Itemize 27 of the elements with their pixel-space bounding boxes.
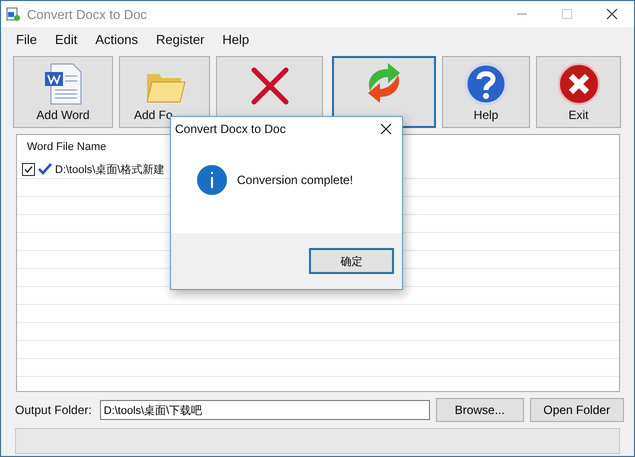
output-folder-field[interactable]: D:\tools\桌面\下载吧	[100, 400, 430, 420]
checkbox[interactable]	[22, 162, 35, 176]
file-path[interactable]: D:\tools\桌面\格式新建	[55, 162, 164, 176]
menu-item[interactable]: Register	[147, 32, 214, 46]
toolbar-button[interactable]: Add Word	[13, 56, 113, 128]
help-icon	[464, 62, 508, 106]
window-title: Convert Docx to Doc	[27, 6, 147, 22]
dialog-message: Conversion complete!	[237, 173, 354, 187]
menu-item[interactable]: Help	[213, 32, 258, 46]
exit-icon	[556, 62, 600, 106]
app-icon	[5, 6, 21, 22]
folder-button[interactable]: Browse...	[436, 398, 524, 422]
checkmark-icon	[38, 163, 52, 175]
toolbar-button[interactable]: Help	[442, 56, 530, 128]
close-icon[interactable]	[380, 123, 392, 135]
menu-item[interactable]: Actions	[86, 32, 147, 46]
ok-button[interactable]: 确定	[309, 248, 394, 274]
folder-button[interactable]: Open Folder	[530, 398, 624, 422]
close-icon[interactable]	[606, 8, 618, 20]
menu-item[interactable]: Edit	[46, 32, 86, 46]
cross-icon	[250, 66, 290, 106]
output-folder-label: Output Folder:	[15, 403, 92, 417]
menu-item[interactable]: File	[7, 32, 46, 46]
info-icon	[197, 165, 227, 195]
column-header[interactable]: Word File Name	[27, 141, 106, 153]
toolbar-button[interactable]: Exit	[536, 56, 621, 128]
document-icon	[43, 62, 83, 106]
